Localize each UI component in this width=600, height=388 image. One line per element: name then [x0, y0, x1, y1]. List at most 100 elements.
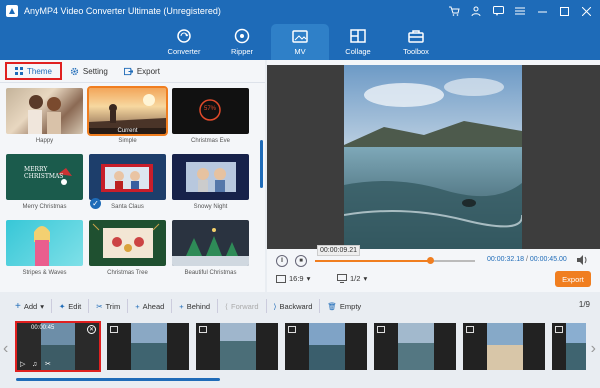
- ahead-icon: +: [135, 301, 140, 311]
- nav-converter[interactable]: Converter: [155, 24, 213, 60]
- theme-label: Christmas Eve: [190, 138, 230, 144]
- ahead-button[interactable]: + Ahead: [128, 299, 173, 313]
- maximize-icon[interactable]: [558, 5, 570, 17]
- theme-label: Beautiful Christmas: [184, 270, 237, 276]
- theme-merry-christmas[interactable]: MERRY CHRISTMAS Merry Christmas: [6, 154, 83, 214]
- chevron-down-icon: ▾: [306, 274, 311, 283]
- theme-simple[interactable]: Current Simple: [87, 86, 168, 148]
- trim-button[interactable]: ✂ Trim: [89, 299, 129, 313]
- preview-panel: 00:00:09.21 ‖ ■ 00:00:32.18 / 00:00:45.0…: [267, 60, 600, 292]
- tab-export[interactable]: Export: [116, 62, 168, 80]
- forward-label: Forward: [230, 301, 259, 311]
- empty-button[interactable]: 🗑 Empty: [320, 299, 368, 313]
- theme-label: Christmas Tree: [107, 270, 148, 276]
- theme-stripes-waves[interactable]: Stripes & Waves: [6, 220, 83, 280]
- converter-icon: [177, 29, 191, 43]
- page-select[interactable]: 1/2 ▾: [337, 274, 367, 283]
- clip-item[interactable]: [374, 323, 456, 370]
- theme-thumb: Current: [87, 86, 168, 136]
- magic-wand-icon: ✦: [58, 301, 66, 311]
- aspect-value: 16:9: [289, 274, 304, 283]
- nav-converter-label: Converter: [167, 47, 201, 56]
- title-bar: AnyMP4 Video Converter Ultimate (Unregis…: [0, 0, 600, 22]
- backward-button[interactable]: ⟩ Backward: [267, 299, 321, 313]
- nav-collage[interactable]: Collage: [329, 24, 387, 60]
- minimize-icon[interactable]: [536, 5, 548, 17]
- theme-label: Snowy Night: [193, 204, 228, 210]
- audio-icon[interactable]: ♫: [32, 361, 37, 368]
- nav-collage-label: Collage: [345, 47, 371, 56]
- current-time: 00:00:32.18: [487, 256, 524, 263]
- nav-mv[interactable]: MV: [271, 24, 329, 60]
- clip-item[interactable]: [196, 323, 278, 370]
- theme-thumb: 57%: [172, 88, 249, 134]
- disc-icon: [234, 28, 250, 44]
- theme-scrollbar[interactable]: [260, 140, 263, 188]
- theme-happy[interactable]: Happy: [6, 88, 83, 148]
- edit-label: Edit: [68, 301, 82, 311]
- chevron-down-icon: ▾: [40, 301, 44, 311]
- backward-label: Backward: [279, 301, 313, 311]
- clip-item[interactable]: [463, 323, 545, 370]
- tab-setting[interactable]: Setting: [62, 62, 116, 80]
- toolbox-icon: [408, 30, 424, 43]
- export-icon: [123, 67, 133, 75]
- theme-christmas-eve[interactable]: 57% Christmas Eve: [172, 88, 249, 148]
- main-nav: Converter Ripper MV Collage Toolbox: [0, 22, 600, 60]
- theme-thumb: [89, 220, 166, 266]
- forward-button[interactable]: ⟨ Forward: [218, 299, 267, 313]
- behind-icon: +: [179, 301, 184, 311]
- play-icon[interactable]: ▷: [20, 360, 25, 368]
- timeline-scrollbar[interactable]: [16, 378, 220, 381]
- progress-bar[interactable]: [315, 257, 475, 264]
- empty-label: Empty: [339, 301, 362, 311]
- theme-label: Simple: [118, 138, 137, 144]
- nav-toolbox[interactable]: Toolbox: [387, 24, 445, 60]
- theme-christmas-tree[interactable]: Christmas Tree: [89, 220, 166, 280]
- stop-button[interactable]: ■: [295, 255, 307, 267]
- scroll-left-icon[interactable]: ‹: [3, 340, 8, 358]
- export-button[interactable]: Export: [555, 271, 591, 287]
- clip-item[interactable]: [285, 323, 367, 370]
- cut-icon[interactable]: ✂: [45, 360, 51, 368]
- progress-handle[interactable]: [427, 257, 435, 264]
- theme-thumb: [6, 88, 83, 134]
- theme-snowy-night[interactable]: Snowy Night: [172, 154, 249, 214]
- christmas-eve-percent: 57%: [204, 106, 217, 112]
- volume-icon[interactable]: [577, 255, 588, 265]
- theme-thumb: [172, 154, 249, 200]
- video-preview[interactable]: [267, 65, 600, 249]
- add-label: Add: [23, 301, 38, 311]
- clip-item[interactable]: 00:00:45 ✕ ▷ ♫ ✂: [15, 321, 101, 372]
- add-button[interactable]: + Add ▾: [8, 299, 52, 313]
- clip-duration: 00:00:45: [31, 325, 55, 331]
- close-icon[interactable]: ✕: [87, 325, 96, 334]
- theme-beautiful-christmas[interactable]: Beautiful Christmas: [172, 220, 249, 280]
- nav-ripper-label: Ripper: [230, 47, 254, 56]
- video-frame: [344, 65, 522, 249]
- image-icon: [466, 326, 474, 333]
- menu-icon[interactable]: [514, 5, 526, 17]
- clip-item[interactable]: [107, 323, 189, 370]
- feedback-icon[interactable]: [492, 5, 504, 17]
- time-separator: /: [525, 256, 528, 263]
- checkmark-icon: ✓: [90, 198, 101, 209]
- image-icon: [110, 326, 118, 333]
- image-icon: [288, 326, 296, 333]
- theme-label: Happy: [35, 138, 54, 144]
- clip-item[interactable]: [552, 323, 586, 370]
- cart-icon[interactable]: [448, 5, 460, 17]
- tab-theme[interactable]: Theme: [5, 62, 62, 80]
- behind-button[interactable]: + Behind: [172, 299, 219, 313]
- edit-button[interactable]: ✦ Edit: [52, 299, 90, 313]
- close-icon[interactable]: [580, 5, 592, 17]
- user-icon[interactable]: [470, 5, 482, 17]
- pause-button[interactable]: ‖: [276, 255, 288, 267]
- monitor-icon: [337, 274, 347, 283]
- scroll-right-icon[interactable]: ›: [591, 340, 596, 358]
- nav-ripper[interactable]: Ripper: [213, 24, 271, 60]
- ahead-label: Ahead: [142, 301, 165, 311]
- aspect-icon: [276, 274, 286, 283]
- aspect-ratio-select[interactable]: 16:9 ▾: [276, 274, 310, 283]
- clip-toolbar: + Add ▾ ✦ Edit ✂ Trim + Ahead + Behind ⟨…: [0, 296, 600, 316]
